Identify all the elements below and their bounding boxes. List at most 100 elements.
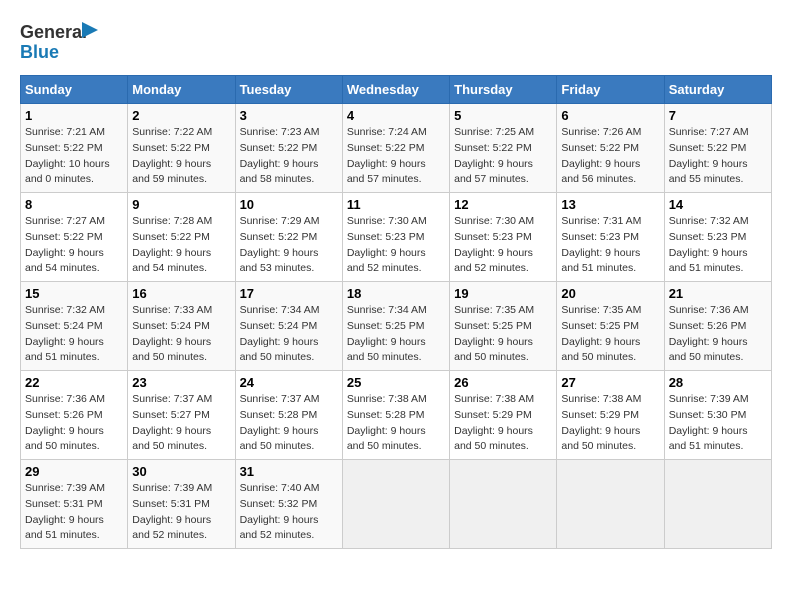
calendar-cell: 20 Sunrise: 7:35 AM Sunset: 5:25 PM Dayl… — [557, 282, 664, 371]
day-number: 7 — [669, 108, 767, 123]
calendar-cell: 29 Sunrise: 7:39 AM Sunset: 5:31 PM Dayl… — [21, 460, 128, 549]
sunset-label: Sunset: 5:23 PM — [669, 231, 747, 243]
day-info: Sunrise: 7:30 AM Sunset: 5:23 PM Dayligh… — [347, 214, 445, 277]
sunset-label: Sunset: 5:22 PM — [240, 231, 318, 243]
sunrise-label: Sunrise: 7:39 AM — [132, 482, 212, 494]
sunrise-label: Sunrise: 7:21 AM — [25, 126, 105, 138]
day-number: 16 — [132, 286, 230, 301]
daylight-label: Daylight: 9 hours and 53 minutes. — [240, 247, 319, 275]
day-number: 28 — [669, 375, 767, 390]
daylight-label: Daylight: 9 hours and 57 minutes. — [347, 158, 426, 186]
calendar-cell — [664, 460, 771, 549]
day-info: Sunrise: 7:33 AM Sunset: 5:24 PM Dayligh… — [132, 303, 230, 366]
day-number: 18 — [347, 286, 445, 301]
day-number: 2 — [132, 108, 230, 123]
sunrise-label: Sunrise: 7:38 AM — [347, 393, 427, 405]
header-saturday: Saturday — [664, 76, 771, 104]
sunrise-label: Sunrise: 7:35 AM — [454, 304, 534, 316]
sunset-label: Sunset: 5:24 PM — [25, 320, 103, 332]
header-tuesday: Tuesday — [235, 76, 342, 104]
sunset-label: Sunset: 5:31 PM — [132, 498, 210, 510]
calendar-cell: 27 Sunrise: 7:38 AM Sunset: 5:29 PM Dayl… — [557, 371, 664, 460]
calendar-cell: 15 Sunrise: 7:32 AM Sunset: 5:24 PM Dayl… — [21, 282, 128, 371]
calendar-cell: 11 Sunrise: 7:30 AM Sunset: 5:23 PM Dayl… — [342, 193, 449, 282]
calendar-cell: 17 Sunrise: 7:34 AM Sunset: 5:24 PM Dayl… — [235, 282, 342, 371]
calendar-cell: 16 Sunrise: 7:33 AM Sunset: 5:24 PM Dayl… — [128, 282, 235, 371]
sunrise-label: Sunrise: 7:27 AM — [669, 126, 749, 138]
day-info: Sunrise: 7:31 AM Sunset: 5:23 PM Dayligh… — [561, 214, 659, 277]
sunset-label: Sunset: 5:22 PM — [454, 142, 532, 154]
day-info: Sunrise: 7:22 AM Sunset: 5:22 PM Dayligh… — [132, 125, 230, 188]
calendar-cell: 23 Sunrise: 7:37 AM Sunset: 5:27 PM Dayl… — [128, 371, 235, 460]
sunset-label: Sunset: 5:23 PM — [454, 231, 532, 243]
daylight-label: Daylight: 9 hours and 51 minutes. — [25, 336, 104, 364]
calendar-cell: 13 Sunrise: 7:31 AM Sunset: 5:23 PM Dayl… — [557, 193, 664, 282]
daylight-label: Daylight: 9 hours and 50 minutes. — [132, 425, 211, 453]
day-info: Sunrise: 7:32 AM Sunset: 5:23 PM Dayligh… — [669, 214, 767, 277]
sunset-label: Sunset: 5:25 PM — [454, 320, 532, 332]
daylight-label: Daylight: 9 hours and 50 minutes. — [240, 336, 319, 364]
svg-text:Blue: Blue — [20, 42, 59, 62]
day-number: 22 — [25, 375, 123, 390]
sunrise-label: Sunrise: 7:37 AM — [240, 393, 320, 405]
calendar-cell: 7 Sunrise: 7:27 AM Sunset: 5:22 PM Dayli… — [664, 104, 771, 193]
week-row-2: 8 Sunrise: 7:27 AM Sunset: 5:22 PM Dayli… — [21, 193, 772, 282]
calendar-cell: 18 Sunrise: 7:34 AM Sunset: 5:25 PM Dayl… — [342, 282, 449, 371]
daylight-label: Daylight: 9 hours and 54 minutes. — [132, 247, 211, 275]
daylight-label: Daylight: 9 hours and 51 minutes. — [561, 247, 640, 275]
daylight-label: Daylight: 9 hours and 50 minutes. — [347, 336, 426, 364]
daylight-label: Daylight: 9 hours and 52 minutes. — [240, 514, 319, 542]
daylight-label: Daylight: 9 hours and 50 minutes. — [454, 425, 533, 453]
calendar-cell — [450, 460, 557, 549]
logo-icon: GeneralBlue — [20, 20, 100, 65]
sunrise-label: Sunrise: 7:30 AM — [347, 215, 427, 227]
daylight-label: Daylight: 9 hours and 50 minutes. — [561, 336, 640, 364]
day-info: Sunrise: 7:28 AM Sunset: 5:22 PM Dayligh… — [132, 214, 230, 277]
daylight-label: Daylight: 9 hours and 51 minutes. — [25, 514, 104, 542]
calendar-cell: 28 Sunrise: 7:39 AM Sunset: 5:30 PM Dayl… — [664, 371, 771, 460]
day-number: 11 — [347, 197, 445, 212]
week-row-5: 29 Sunrise: 7:39 AM Sunset: 5:31 PM Dayl… — [21, 460, 772, 549]
day-info: Sunrise: 7:29 AM Sunset: 5:22 PM Dayligh… — [240, 214, 338, 277]
day-number: 14 — [669, 197, 767, 212]
day-number: 24 — [240, 375, 338, 390]
day-info: Sunrise: 7:38 AM Sunset: 5:29 PM Dayligh… — [454, 392, 552, 455]
calendar-cell: 31 Sunrise: 7:40 AM Sunset: 5:32 PM Dayl… — [235, 460, 342, 549]
day-number: 17 — [240, 286, 338, 301]
sunset-label: Sunset: 5:29 PM — [561, 409, 639, 421]
daylight-label: Daylight: 9 hours and 51 minutes. — [669, 247, 748, 275]
calendar-cell: 6 Sunrise: 7:26 AM Sunset: 5:22 PM Dayli… — [557, 104, 664, 193]
calendar-cell: 22 Sunrise: 7:36 AM Sunset: 5:26 PM Dayl… — [21, 371, 128, 460]
sunset-label: Sunset: 5:23 PM — [347, 231, 425, 243]
day-info: Sunrise: 7:27 AM Sunset: 5:22 PM Dayligh… — [669, 125, 767, 188]
day-number: 12 — [454, 197, 552, 212]
daylight-label: Daylight: 9 hours and 50 minutes. — [561, 425, 640, 453]
sunrise-label: Sunrise: 7:25 AM — [454, 126, 534, 138]
calendar-cell: 9 Sunrise: 7:28 AM Sunset: 5:22 PM Dayli… — [128, 193, 235, 282]
daylight-label: Daylight: 9 hours and 56 minutes. — [561, 158, 640, 186]
week-row-1: 1 Sunrise: 7:21 AM Sunset: 5:22 PM Dayli… — [21, 104, 772, 193]
calendar-cell: 24 Sunrise: 7:37 AM Sunset: 5:28 PM Dayl… — [235, 371, 342, 460]
header-wednesday: Wednesday — [342, 76, 449, 104]
calendar-cell: 26 Sunrise: 7:38 AM Sunset: 5:29 PM Dayl… — [450, 371, 557, 460]
day-info: Sunrise: 7:38 AM Sunset: 5:28 PM Dayligh… — [347, 392, 445, 455]
day-info: Sunrise: 7:32 AM Sunset: 5:24 PM Dayligh… — [25, 303, 123, 366]
calendar-cell: 14 Sunrise: 7:32 AM Sunset: 5:23 PM Dayl… — [664, 193, 771, 282]
daylight-label: Daylight: 9 hours and 50 minutes. — [25, 425, 104, 453]
sunrise-label: Sunrise: 7:23 AM — [240, 126, 320, 138]
day-number: 9 — [132, 197, 230, 212]
page-header: GeneralBlue — [20, 20, 772, 65]
calendar-cell: 10 Sunrise: 7:29 AM Sunset: 5:22 PM Dayl… — [235, 193, 342, 282]
sunrise-label: Sunrise: 7:30 AM — [454, 215, 534, 227]
day-info: Sunrise: 7:25 AM Sunset: 5:22 PM Dayligh… — [454, 125, 552, 188]
sunrise-label: Sunrise: 7:32 AM — [669, 215, 749, 227]
day-number: 1 — [25, 108, 123, 123]
daylight-label: Daylight: 9 hours and 58 minutes. — [240, 158, 319, 186]
day-info: Sunrise: 7:34 AM Sunset: 5:24 PM Dayligh… — [240, 303, 338, 366]
day-info: Sunrise: 7:36 AM Sunset: 5:26 PM Dayligh… — [669, 303, 767, 366]
calendar-cell: 25 Sunrise: 7:38 AM Sunset: 5:28 PM Dayl… — [342, 371, 449, 460]
sunset-label: Sunset: 5:24 PM — [132, 320, 210, 332]
sunrise-label: Sunrise: 7:39 AM — [669, 393, 749, 405]
daylight-label: Daylight: 9 hours and 50 minutes. — [669, 336, 748, 364]
day-info: Sunrise: 7:38 AM Sunset: 5:29 PM Dayligh… — [561, 392, 659, 455]
